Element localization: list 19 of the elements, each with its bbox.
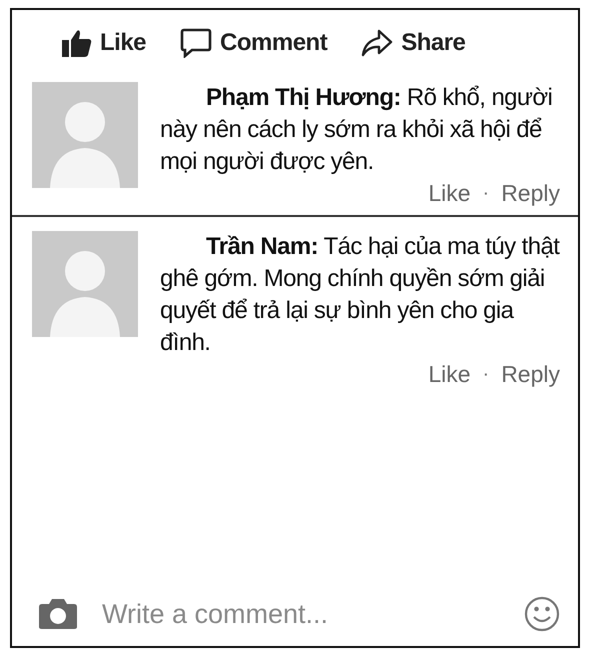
avatar-icon	[32, 231, 138, 337]
like-link[interactable]: Like	[428, 180, 471, 207]
reply-link[interactable]: Reply	[501, 361, 560, 388]
share-button[interactable]: Share	[361, 29, 466, 57]
comment-text: Trần Nam: Tác hại của ma túy thật ghê gớm. Mong chính quyền sớm giải quyết để trả lại sự bình yên cho gia đình.	[160, 232, 560, 358]
share-arrow-icon	[361, 29, 394, 57]
comment-button[interactable]: Comment	[180, 28, 328, 58]
comment-text: Phạm Thị Hương: Rõ khổ, người này nên cách ly sớm ra khỏi xã hội để mọi người được yên.	[160, 83, 554, 177]
separator-dot: ·	[482, 182, 490, 205]
separator-dot: ·	[482, 363, 490, 386]
comment-input[interactable]: Write a comment...	[100, 598, 502, 630]
like-link[interactable]: Like	[428, 361, 471, 388]
camera-icon[interactable]	[38, 598, 78, 630]
avatar-icon	[32, 82, 138, 188]
reply-link[interactable]: Reply	[501, 180, 560, 207]
smiley-icon[interactable]	[524, 596, 560, 632]
speech-bubble-icon	[180, 28, 212, 58]
thumbs-up-icon	[62, 29, 92, 57]
like-button[interactable]: Like	[62, 29, 146, 57]
